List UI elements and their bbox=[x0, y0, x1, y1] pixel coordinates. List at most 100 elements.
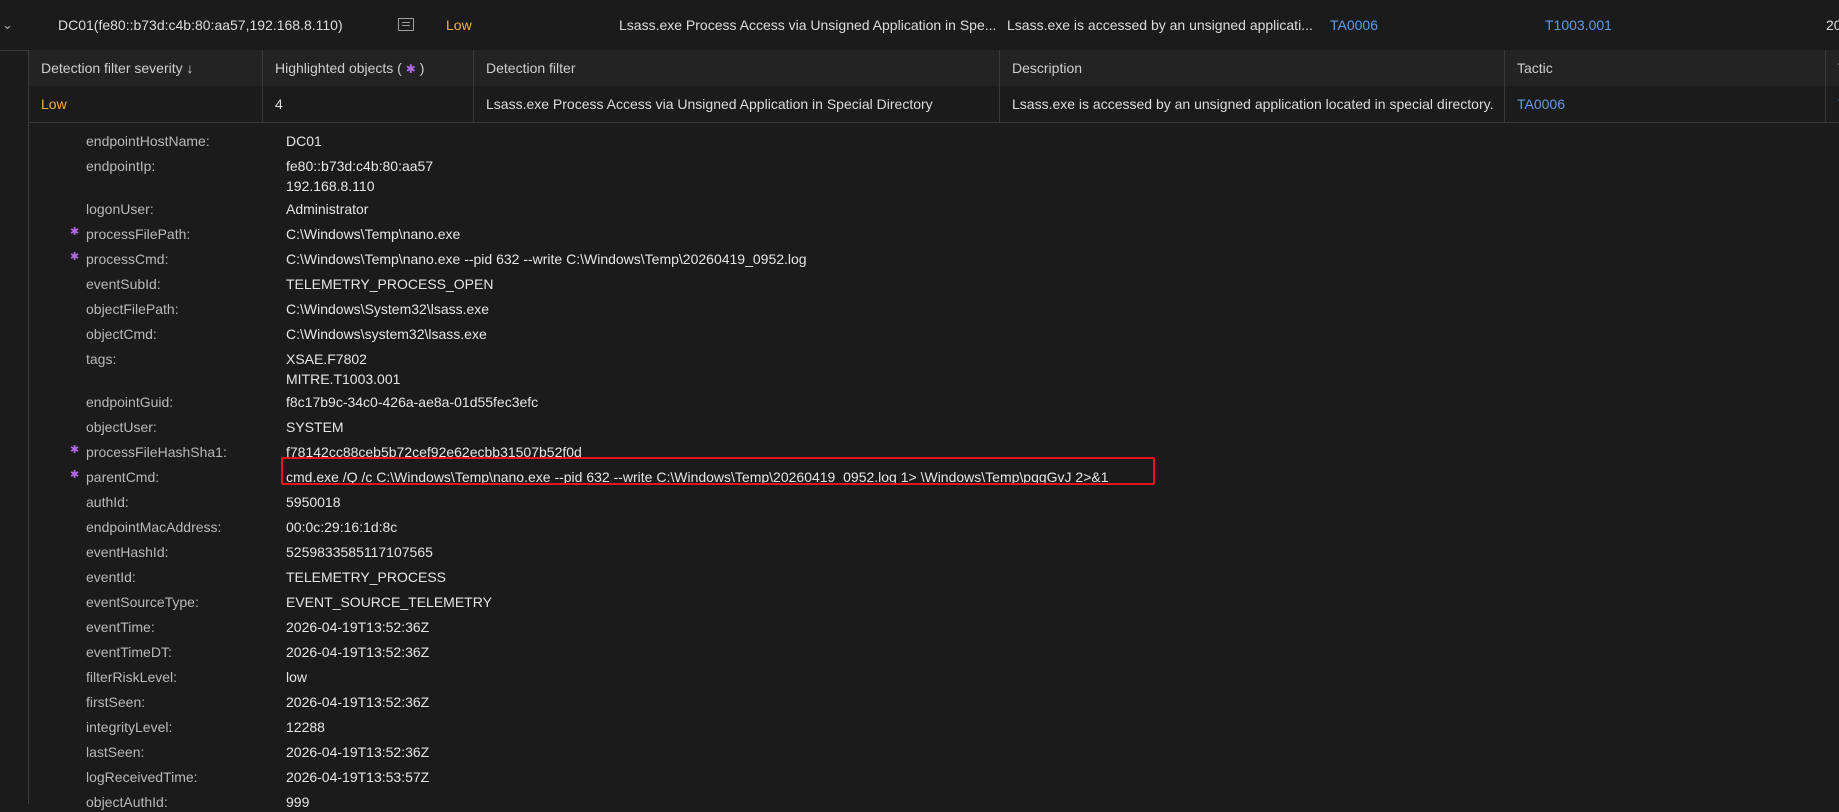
cell-severity: Low bbox=[29, 86, 263, 122]
alert-summary-row[interactable]: ⌄ DC01(fe80::b73d:c4b:80:aa57,192.168.8.… bbox=[0, 0, 1839, 51]
field-value-line: 00:0c:29:16:1d:8c bbox=[286, 519, 398, 535]
field-value[interactable]: 2026-04-19T13:52:36Z bbox=[286, 617, 429, 637]
field-value-line: 2026-04-19T13:52:36Z bbox=[286, 619, 430, 635]
col-header-filter[interactable]: Detection filter bbox=[474, 50, 1000, 86]
field-key: eventSubId: bbox=[86, 276, 161, 292]
field-value-line: EVENT_SOURCE_TELEMETRY bbox=[286, 594, 492, 610]
field-value-line: C:\Windows\System32\lsass.exe bbox=[286, 301, 490, 317]
field-value-line: 5259833585117107565 bbox=[286, 544, 433, 560]
summary-host[interactable]: DC01(fe80::b73d:c4b:80:aa57,192.168.8.11… bbox=[58, 16, 343, 34]
field-value[interactable]: 5259833585117107565 bbox=[286, 542, 433, 562]
field-value[interactable]: EVENT_SOURCE_TELEMETRY bbox=[286, 592, 492, 612]
field-value[interactable]: 2026-04-19T13:52:36Z bbox=[286, 742, 429, 762]
field-key: filterRiskLevel: bbox=[86, 669, 178, 685]
field-key: firstSeen: bbox=[86, 694, 146, 710]
field-value[interactable]: 2026-04-19T13:52:36Z bbox=[286, 692, 429, 712]
field-value[interactable]: XSAE.F7802 MITRE.T1003.001 bbox=[286, 349, 400, 389]
field-value[interactable]: 00:0c:29:16:1d:8c bbox=[286, 517, 397, 537]
note-icon[interactable] bbox=[398, 18, 414, 31]
field-value-line: SYSTEM bbox=[286, 419, 344, 435]
field-value-line: 12288 bbox=[286, 719, 325, 735]
summary-trailing: 20 bbox=[1826, 17, 1839, 33]
field-value[interactable]: DC01 bbox=[286, 131, 322, 151]
chevron-down-icon[interactable]: ⌄ bbox=[2, 16, 13, 34]
field-key: integrityLevel: bbox=[86, 719, 173, 735]
field-value[interactable]: C:\Windows\System32\lsass.exe bbox=[286, 299, 489, 319]
field-key: endpointGuid: bbox=[86, 394, 174, 410]
field-value-line: 2026-04-19T13:53:57Z bbox=[286, 769, 430, 785]
field-key: logReceivedTime: bbox=[86, 769, 198, 785]
field-key: objectUser: bbox=[86, 419, 157, 435]
field-value[interactable]: 2026-04-19T13:52:36Z bbox=[286, 642, 429, 662]
field-key: endpointIp: bbox=[86, 158, 156, 174]
col-header-tactic[interactable]: Tactic bbox=[1505, 50, 1826, 86]
field-value[interactable]: C:\Windows\system32\lsass.exe bbox=[286, 324, 487, 344]
field-value[interactable]: low bbox=[286, 667, 307, 687]
field-value-line: MITRE.T1003.001 bbox=[286, 371, 401, 387]
field-value-line: fe80::b73d:c4b:80:aa57 bbox=[286, 158, 434, 174]
field-value-line: C:\Windows\Temp\nano.exe --pid 632 --wri… bbox=[286, 251, 807, 267]
field-key: objectCmd: bbox=[86, 326, 157, 342]
cell-filter: Lsass.exe Process Access via Unsigned Ap… bbox=[474, 86, 1000, 122]
field-key: processCmd: bbox=[86, 251, 169, 267]
field-key: eventId: bbox=[86, 569, 136, 585]
field-key: objectAuthId: bbox=[86, 794, 168, 810]
field-value[interactable]: TELEMETRY_PROCESS bbox=[286, 567, 446, 587]
field-key: endpointHostName: bbox=[86, 133, 210, 149]
highlight-star-icon: ✱ bbox=[70, 226, 80, 238]
field-value[interactable]: C:\Windows\Temp\nano.exe --pid 632 --wri… bbox=[286, 249, 807, 269]
field-value-line: TELEMETRY_PROCESS bbox=[286, 569, 447, 585]
annotation-highlight-box bbox=[281, 457, 1155, 485]
col-header-next[interactable]: T bbox=[1826, 50, 1839, 86]
summary-tactic-link[interactable]: TA0006 bbox=[1330, 16, 1378, 34]
field-value-line: DC01 bbox=[286, 133, 322, 149]
field-value-line: 2026-04-19T13:52:36Z bbox=[286, 694, 430, 710]
field-value[interactable]: TELEMETRY_PROCESS_OPEN bbox=[286, 274, 493, 294]
field-value[interactable]: 5950018 bbox=[286, 492, 341, 512]
table-row[interactable]: Low 4 Lsass.exe Process Access via Unsig… bbox=[29, 86, 1839, 123]
summary-severity: Low bbox=[446, 17, 472, 33]
col-header-severity[interactable]: Detection filter severity ↓ bbox=[29, 50, 263, 86]
summary-description: Lsass.exe is accessed by an unsigned app… bbox=[1007, 17, 1313, 33]
detection-table: Detection filter severity ↓ Highlighted … bbox=[29, 50, 1839, 123]
field-value-line: 2026-04-19T13:52:36Z bbox=[286, 644, 430, 660]
field-key: eventHashId: bbox=[86, 544, 169, 560]
field-value-line: C:\Windows\Temp\nano.exe bbox=[286, 226, 461, 242]
field-key: eventTimeDT: bbox=[86, 644, 172, 660]
cell-tactic-link[interactable]: TA0006 bbox=[1505, 86, 1826, 122]
field-key: lastSeen: bbox=[86, 744, 145, 760]
highlight-star-icon: ✱ bbox=[70, 469, 80, 481]
field-value[interactable]: 2026-04-19T13:53:57Z bbox=[286, 767, 429, 787]
field-value-line: Administrator bbox=[286, 201, 369, 217]
field-key: eventSourceType: bbox=[86, 594, 199, 610]
field-value-line: XSAE.F7802 bbox=[286, 351, 367, 367]
field-key: authId: bbox=[86, 494, 129, 510]
col-header-highlighted[interactable]: Highlighted objects ( ✱ ) bbox=[263, 50, 474, 86]
highlight-star-icon: ✱ bbox=[70, 444, 80, 456]
field-value-line: TELEMETRY_PROCESS_OPEN bbox=[286, 276, 494, 292]
field-value[interactable]: Administrator bbox=[286, 199, 368, 219]
field-key: tags: bbox=[86, 351, 117, 367]
field-value-line: 2026-04-19T13:52:36Z bbox=[286, 744, 430, 760]
field-value[interactable]: 999 bbox=[286, 792, 309, 812]
field-key: parentCmd: bbox=[86, 469, 160, 485]
field-value-line: low bbox=[286, 669, 308, 685]
field-value[interactable]: C:\Windows\Temp\nano.exe bbox=[286, 224, 460, 244]
field-value-line: C:\Windows\system32\lsass.exe bbox=[286, 326, 487, 342]
col-header-description[interactable]: Description bbox=[1000, 50, 1505, 86]
field-value[interactable]: SYSTEM bbox=[286, 417, 344, 437]
field-key: eventTime: bbox=[86, 619, 155, 635]
field-key: logonUser: bbox=[86, 201, 154, 217]
field-value-line: 192.168.8.110 bbox=[286, 178, 375, 194]
field-key: objectFilePath: bbox=[86, 301, 179, 317]
summary-technique-link[interactable]: T1003.001 bbox=[1545, 16, 1612, 34]
field-value-line: f8c17b9c-34c0-426a-ae8a-01d55fec3efc bbox=[286, 394, 539, 410]
field-value[interactable]: fe80::b73d:c4b:80:aa57192.168.8.110 bbox=[286, 156, 433, 196]
field-value[interactable]: 12288 bbox=[286, 717, 325, 737]
table-header-row: Detection filter severity ↓ Highlighted … bbox=[29, 50, 1839, 87]
field-key: processFilePath: bbox=[86, 226, 191, 242]
summary-filter: Lsass.exe Process Access via Unsigned Ap… bbox=[619, 17, 997, 33]
cell-next[interactable]: T bbox=[1826, 86, 1839, 122]
highlight-star-icon: ✱ bbox=[70, 251, 80, 263]
field-value[interactable]: f8c17b9c-34c0-426a-ae8a-01d55fec3efc bbox=[286, 392, 538, 412]
